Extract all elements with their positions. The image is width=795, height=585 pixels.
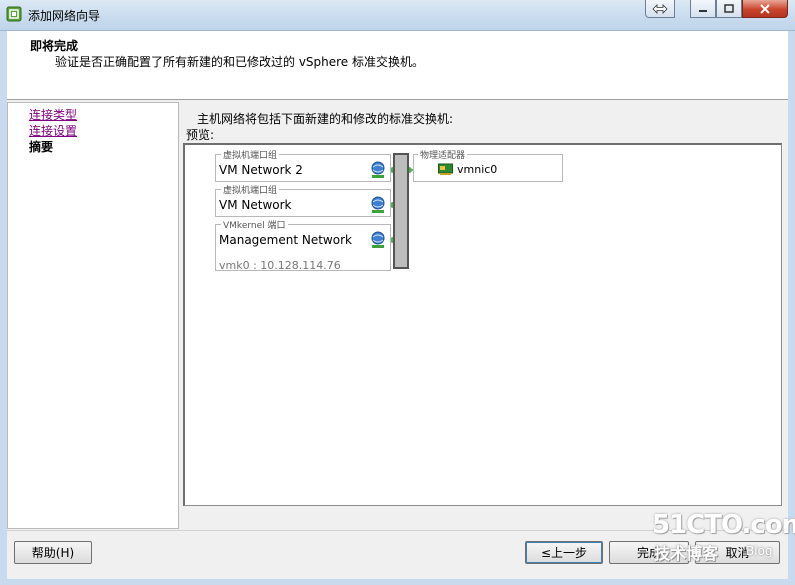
preview-label: 预览:: [186, 128, 215, 142]
back-button[interactable]: ≤上一步: [525, 541, 603, 564]
port-group-legend: VMkernel 端口: [221, 218, 288, 231]
port-group-name: VM Network 2: [219, 163, 303, 177]
vmkernel-ip: vmk0 : 10.128.114.76: [219, 259, 341, 272]
port-group-legend: 虚拟机端口组: [221, 148, 280, 161]
port-group-management-network[interactable]: VMkernel 端口 Management Network vmk0 : 10…: [215, 218, 391, 272]
window-title: 添加网络向导: [28, 9, 101, 23]
port-group-vm-network[interactable]: 虚拟机端口组 VM Network: [215, 183, 391, 217]
close-icon: [760, 3, 770, 14]
window-frame-right: [788, 30, 795, 585]
swap-arrows-icon: [652, 3, 668, 14]
wizard-header: 即将完成 验证是否正确配置了所有新建的和已修改过的 vSphere 标准交换机。: [7, 31, 788, 100]
nav-current-summary: 摘要: [29, 140, 54, 154]
adapter-vmnic0[interactable]: vmnic0: [457, 163, 497, 176]
virtual-switch-bar: [393, 153, 409, 269]
maximize-button[interactable]: [716, 0, 742, 18]
port-group-name: Management Network: [219, 233, 352, 247]
vmkernel-port-icon: [371, 231, 385, 248]
window-frame-bottom: [0, 579, 795, 585]
bottom-separator: [7, 530, 788, 531]
port-group-legend: 虚拟机端口组: [221, 183, 280, 196]
nav-link-connection-type[interactable]: 连接类型: [29, 106, 77, 123]
network-preview: 虚拟机端口组 VM Network 2 虚拟机端口组 VM Network VM…: [183, 143, 782, 506]
nav-link-connection-settings[interactable]: 连接设置: [29, 122, 77, 139]
network-card-icon: [438, 163, 453, 175]
vsphere-app-icon: [6, 6, 22, 22]
main-description: 主机网络将包括下面新建的和修改的标准交换机:: [197, 112, 454, 126]
title-bar[interactable]: 添加网络向导: [0, 0, 795, 31]
window-frame-left: [0, 30, 7, 585]
minimize-button[interactable]: [690, 0, 716, 18]
watermark-logo: 51CTO.com: [652, 510, 795, 540]
physical-adapters-legend: 物理适配器: [418, 148, 468, 161]
vm-port-group-icon: [371, 196, 385, 213]
minimize-icon: [699, 9, 707, 12]
vm-port-group-icon: [371, 161, 385, 178]
finish-button[interactable]: 完成: [609, 541, 689, 564]
close-button[interactable]: [742, 0, 788, 18]
cancel-button[interactable]: 取消: [695, 541, 780, 564]
maximize-icon: [724, 3, 734, 13]
restore-button[interactable]: [645, 0, 675, 18]
wizard-steps-nav: 连接类型 连接设置 摘要: [7, 102, 179, 529]
help-button[interactable]: 帮助(H): [14, 541, 92, 564]
header-description: 验证是否正确配置了所有新建的和已修改过的 vSphere 标准交换机。: [55, 55, 425, 69]
port-group-vm-network-2[interactable]: 虚拟机端口组 VM Network 2: [215, 148, 391, 182]
header-title: 即将完成: [30, 39, 79, 53]
port-group-name: VM Network: [219, 198, 292, 212]
physical-adapters-box: 物理适配器 vmnic0: [413, 148, 563, 182]
